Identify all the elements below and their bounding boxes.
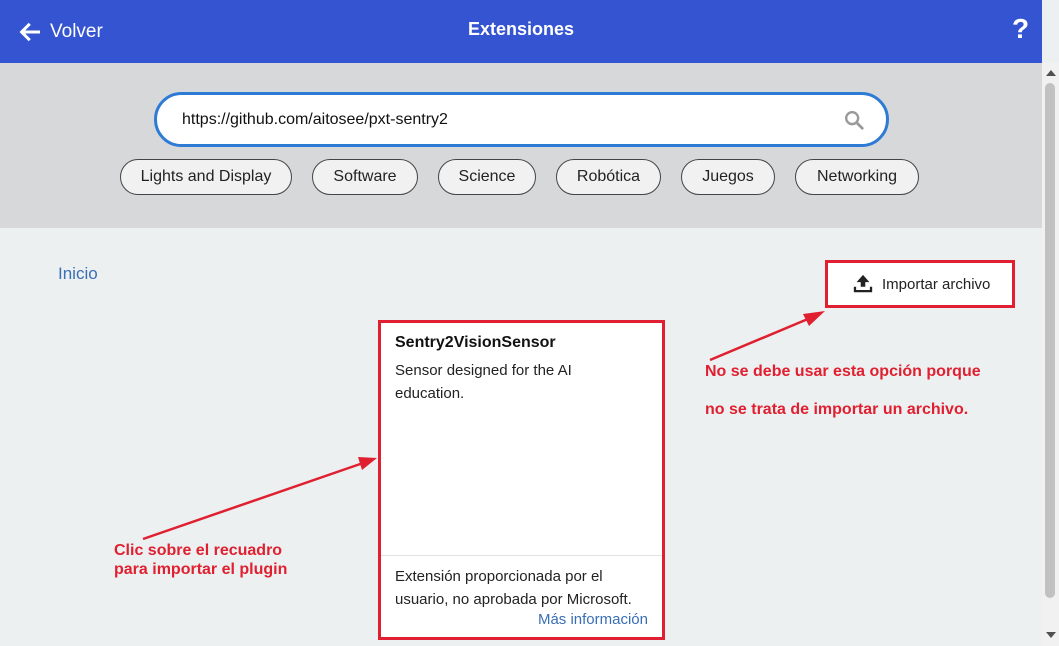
arrow-to-card: [142, 460, 367, 541]
arrow-head-card: [358, 457, 377, 470]
arrow-head-import: [803, 311, 825, 326]
scrollbar-thumb[interactable]: [1045, 83, 1055, 598]
annotation-arrows: [142, 311, 825, 541]
scroll-up-arrow-icon[interactable]: [1046, 70, 1056, 76]
arrow-to-import: [709, 314, 816, 362]
scroll-down-arrow-icon[interactable]: [1046, 632, 1056, 638]
